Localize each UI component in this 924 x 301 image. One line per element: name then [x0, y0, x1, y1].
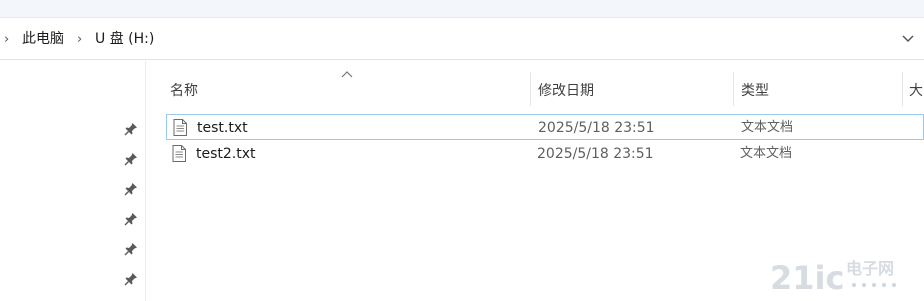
- pin-icon[interactable]: [124, 242, 138, 256]
- site-watermark-logo: 21ic 电子网: [770, 259, 896, 296]
- pin-icon[interactable]: [124, 152, 138, 166]
- file-date-modified: 2025/5/18 23:51: [537, 146, 654, 162]
- column-header-name[interactable]: 名称: [170, 80, 198, 100]
- file-name[interactable]: test.txt: [197, 115, 248, 141]
- breadcrumb-usb-drive[interactable]: U 盘 (H:): [95, 19, 154, 60]
- text-file-icon: [173, 119, 187, 136]
- navigation-pane: [0, 61, 146, 301]
- pin-icon[interactable]: [124, 182, 138, 196]
- column-divider[interactable]: [733, 72, 734, 106]
- pin-icon[interactable]: [124, 122, 138, 136]
- pin-icon[interactable]: [124, 212, 138, 226]
- column-header-size[interactable]: 大: [909, 80, 923, 100]
- file-type: 文本文档: [740, 146, 793, 161]
- sort-ascending-icon: [341, 71, 353, 78]
- column-header-type[interactable]: 类型: [741, 80, 769, 100]
- svg-text:21ic: 21ic: [770, 259, 844, 296]
- file-type: 文本文档: [741, 120, 794, 135]
- column-divider[interactable]: [530, 72, 531, 106]
- column-divider[interactable]: [902, 72, 903, 106]
- window-top-strip: [0, 0, 924, 18]
- address-bar[interactable]: › 此电脑 › U 盘 (H:): [0, 19, 924, 60]
- chevron-down-icon[interactable]: [900, 31, 916, 47]
- svg-text:电子网: 电子网: [846, 259, 894, 278]
- file-row[interactable]: test2.txt 2025/5/18 23:51 文本文档: [166, 141, 924, 167]
- file-row[interactable]: test.txt 2025/5/18 23:51 文本文档: [166, 114, 924, 140]
- pin-icon[interactable]: [124, 272, 138, 286]
- chevron-right-icon[interactable]: ›: [77, 19, 82, 60]
- file-name[interactable]: test2.txt: [196, 141, 256, 167]
- text-file-icon: [172, 145, 186, 162]
- chevron-right-icon[interactable]: ›: [4, 19, 9, 60]
- file-date-modified: 2025/5/18 23:51: [538, 120, 655, 136]
- breadcrumb-this-pc[interactable]: 此电脑: [22, 19, 64, 60]
- column-header-row: [146, 61, 924, 113]
- column-header-date[interactable]: 修改日期: [538, 80, 594, 100]
